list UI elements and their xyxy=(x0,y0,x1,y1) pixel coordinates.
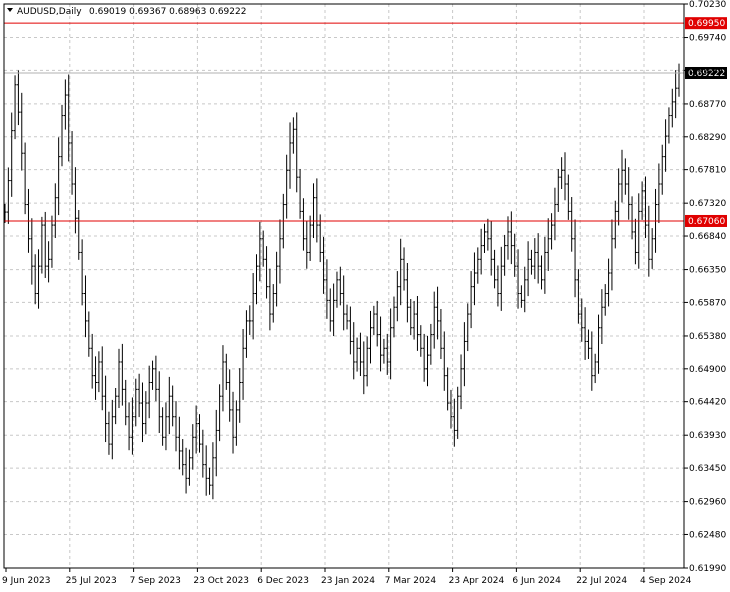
symbol-timeframe: AUDUSD,Daily xyxy=(17,7,82,17)
y-tick-label: 0.68290 xyxy=(689,133,726,143)
x-tick-label: 6 Dec 2023 xyxy=(257,576,309,586)
x-tick-label: 6 Jun 2024 xyxy=(512,576,561,586)
ohlc-values: 0.69019 0.69367 0.68963 0.69222 xyxy=(89,7,246,17)
x-tick-label: 7 Mar 2024 xyxy=(385,576,437,586)
y-tick-label: 0.61990 xyxy=(689,564,726,574)
y-tick-label: 0.67810 xyxy=(689,166,726,176)
x-tick-label: 9 Jun 2023 xyxy=(2,576,50,586)
x-tick-label: 23 Jan 2024 xyxy=(321,576,375,586)
x-tick-label: 4 Sep 2024 xyxy=(640,576,692,586)
y-tick-label: 0.70230 xyxy=(689,0,726,10)
x-tick-label: 22 Jul 2024 xyxy=(576,576,627,586)
y-tick-label: 0.66840 xyxy=(689,232,726,242)
level-price-label: 0.67060 xyxy=(688,217,725,227)
x-tick-label: 23 Apr 2024 xyxy=(449,576,505,586)
y-tick-label: 0.67320 xyxy=(689,199,726,209)
y-tick-label: 0.62480 xyxy=(689,530,726,540)
chart[interactable]: 0.69950 0.67060 0.69222 0.70230 0.69740 0.69… xyxy=(0,0,730,592)
y-tick-label: 0.63450 xyxy=(689,464,726,474)
x-tick-label: 25 Jul 2023 xyxy=(66,576,117,586)
x-tick-label: 7 Sep 2023 xyxy=(130,576,181,586)
y-tick-label: 0.62960 xyxy=(689,498,726,508)
y-tick-label: 0.66350 xyxy=(689,266,726,276)
y-tick-label: 0.63930 xyxy=(689,431,726,441)
level-price-label: 0.69950 xyxy=(688,19,725,29)
y-tick-label: 0.69260 xyxy=(689,66,726,76)
x-tick-label: 23 Oct 2023 xyxy=(193,576,249,586)
y-tick-label: 0.69740 xyxy=(689,34,726,44)
background xyxy=(0,0,730,592)
price-chart-svg[interactable]: 0.699500.670600.69222 0.702300.697400.69… xyxy=(0,0,730,592)
y-tick-label: 0.64900 xyxy=(689,365,726,375)
chart-header: AUDUSD,Daily 0.69019 0.69367 0.68963 0.6… xyxy=(7,7,246,17)
y-tick-label: 0.65380 xyxy=(689,332,726,342)
y-tick-label: 0.68770 xyxy=(689,100,726,110)
y-tick-label: 0.65870 xyxy=(689,298,726,308)
y-tick-label: 0.64420 xyxy=(689,398,726,408)
